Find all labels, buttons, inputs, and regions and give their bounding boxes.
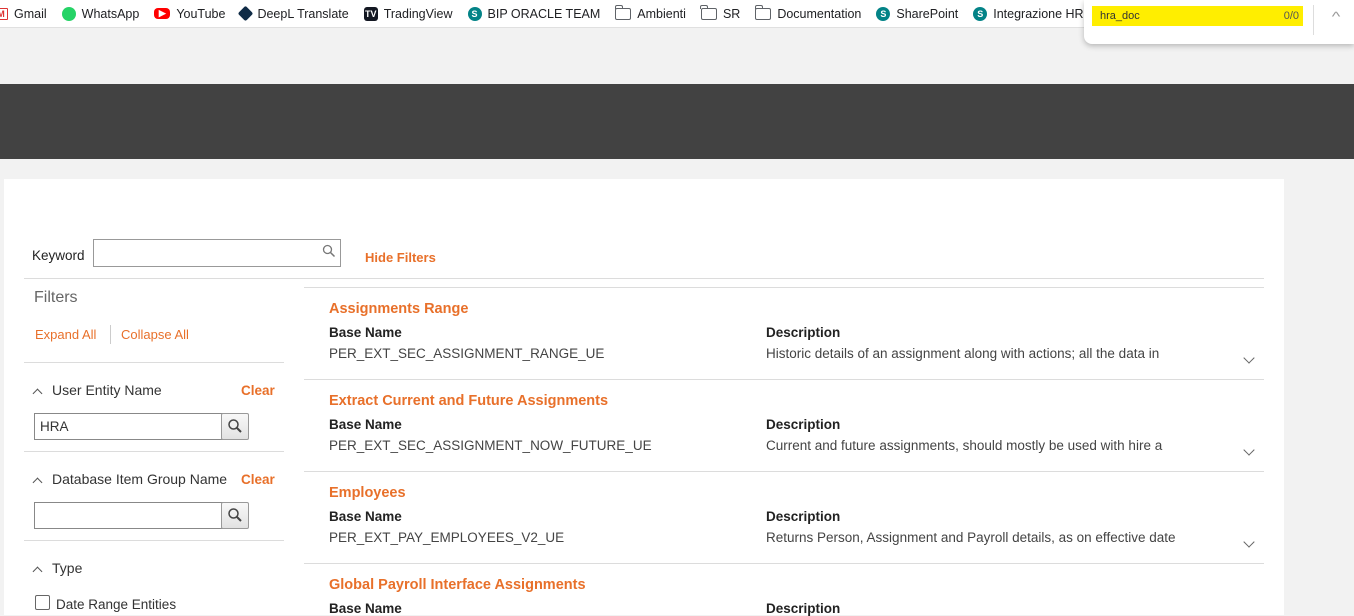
divider [24,362,284,363]
user-entity-name-toggle[interactable]: User Entity Name [32,382,162,399]
description-label: Description [766,417,841,432]
chevron-down-icon[interactable] [1243,444,1255,456]
divider [24,451,284,452]
result-title[interactable]: Extract Current and Future Assignments [329,393,608,409]
base-name-label: Base Name [329,601,402,616]
find-input[interactable]: hra_doc 0/0 [1092,6,1303,26]
deepl-icon [238,5,254,22]
base-name-label: Base Name [329,417,402,432]
base-name-label: Base Name [329,325,402,340]
description-value: Current and future assignments, should m… [766,438,1163,453]
divider [304,563,1264,564]
find-divider [1313,5,1314,35]
search-icon [228,508,242,522]
base-name-value: PER_EXT_SEC_ASSIGNMENT_NOW_FUTURE_UE [329,438,652,453]
whatsapp-icon [61,6,76,21]
result-title[interactable]: Global Payroll Interface Assignments [329,577,586,593]
database-item-group-toggle[interactable]: Database Item Group Name [32,471,227,488]
bookmark-whatsapp[interactable]: WhatsApp [61,6,139,21]
description-value: Historic details of an assignment along … [766,346,1160,361]
divider [304,379,1264,380]
sharepoint-icon: S [467,6,482,21]
user-entity-name-input[interactable]: HRA [34,413,224,440]
divider [24,278,1264,279]
type-toggle[interactable]: Type [32,560,82,577]
database-item-group-search-button[interactable] [221,502,249,529]
search-icon[interactable] [322,244,336,263]
find-bar: hra_doc 0/0 ^ [1084,0,1354,44]
hide-filters-link[interactable]: Hide Filters [365,250,436,265]
folder-icon [754,4,772,20]
chevron-up-icon [32,566,43,577]
chevron-down-icon[interactable] [1243,352,1255,364]
description-value: Returns Person, Assignment and Payroll d… [766,530,1176,545]
base-name-label: Base Name [329,509,402,524]
filters-title: Filters [34,289,78,306]
expand-all-link[interactable]: Expand All [35,327,96,342]
sharepoint-icon: S [973,6,988,21]
description-label: Description [766,325,841,340]
database-item-group-input[interactable] [34,502,224,529]
base-name-value: PER_EXT_SEC_ASSIGNMENT_RANGE_UE [329,346,605,361]
date-range-entities-label: Date Range Entities [56,597,177,612]
gmail-icon: M [0,7,8,20]
database-item-group-clear-button[interactable]: Clear [241,472,275,487]
base-name-value: PER_EXT_PAY_EMPLOYEES_V2_UE [329,530,565,545]
result-title[interactable]: Employees [329,485,406,501]
chevron-down-icon[interactable] [1243,536,1255,548]
search-icon [228,419,242,433]
page-banner [0,84,1354,159]
bookmark-ambienti[interactable]: Ambienti [614,4,686,21]
find-query: hra_doc [1100,10,1140,22]
description-label: Description [766,601,841,616]
bookmark-gmail[interactable]: MGmail [0,7,47,21]
user-entity-clear-button[interactable]: Clear [241,383,275,398]
sharepoint-icon: S [876,6,891,21]
collapse-all-link[interactable]: Collapse All [121,327,189,342]
chevron-up-icon [32,388,43,399]
date-range-entities-checkbox[interactable] [35,595,50,610]
folder-icon [700,4,717,20]
divider [304,287,1264,288]
main-card: Keyword Hide Filters Filters Expand All … [4,179,1284,616]
find-previous-icon[interactable]: ^ [1332,9,1341,24]
bookmark-documentation[interactable]: Documentation [754,4,861,21]
youtube-icon: ▶ [154,8,171,19]
chevron-up-icon [32,477,43,488]
find-match-count: 0/0 [1283,10,1299,22]
bookmark-sr[interactable]: SR [700,4,740,21]
result-title[interactable]: Assignments Range [329,301,468,317]
bookmark-tradingview[interactable]: TV TradingView [363,6,453,21]
bookmark-integrazione-hr[interactable]: S Integrazione HR N [973,6,1096,21]
divider [304,471,1264,472]
divider [24,540,284,541]
bookmark-youtube[interactable]: ▶ YouTube [154,7,225,21]
bookmark-sharepoint[interactable]: S SharePoint [876,6,958,21]
folder-icon [614,4,632,20]
bookmark-bip-oracle-team[interactable]: S BIP ORACLE TEAM [467,6,600,21]
keyword-input[interactable] [93,239,341,267]
description-label: Description [766,509,841,524]
divider [110,325,111,344]
keyword-label: Keyword [32,248,85,263]
tradingview-icon: TV [363,6,378,21]
bookmark-deepl[interactable]: DeepL Translate [238,5,349,22]
user-entity-search-button[interactable] [221,413,249,440]
